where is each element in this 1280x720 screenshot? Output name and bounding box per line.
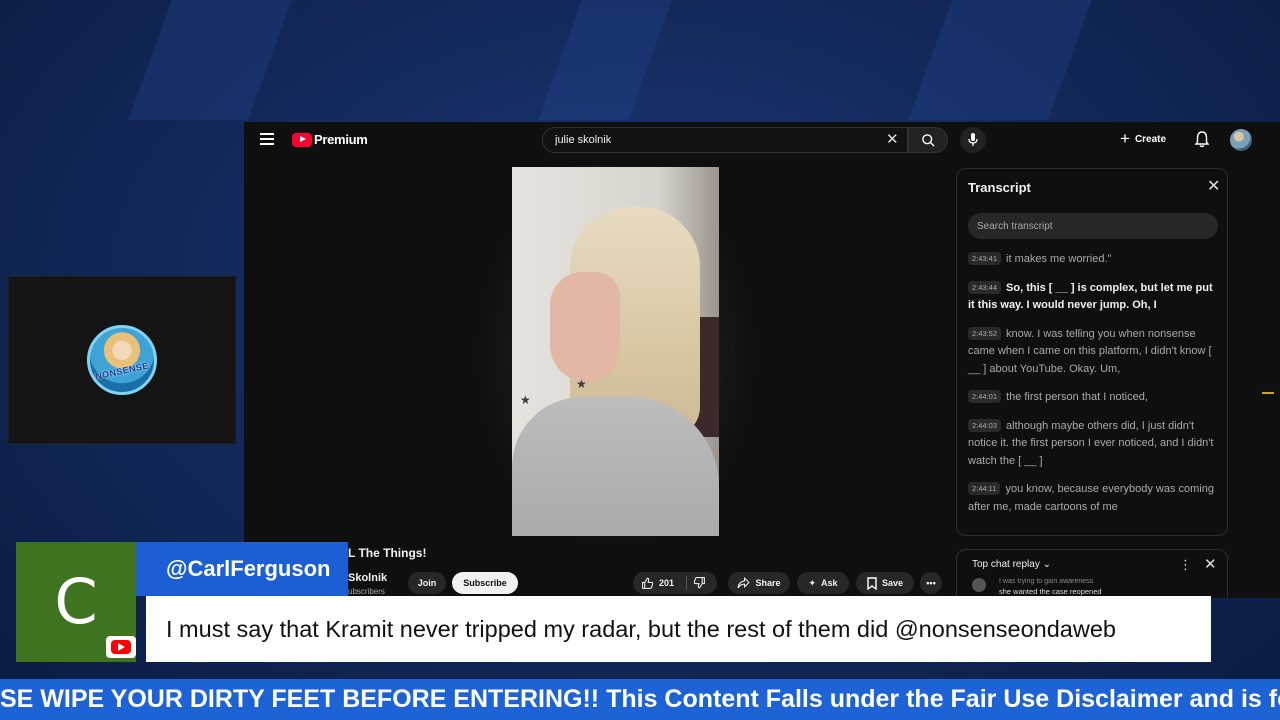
transcript-segments: 2:43:41 it makes me worried." 2:43:44 So, t…	[968, 251, 1220, 527]
like-count: 201	[659, 578, 675, 588]
transcript-text: So, this [ __ ] is complex, but let me p…	[968, 281, 1213, 312]
chat-replay-title: Top chat replay	[972, 559, 1040, 570]
like-button[interactable]: 201	[633, 572, 717, 594]
share-label: Share	[755, 578, 781, 588]
search-input[interactable]	[542, 127, 908, 153]
youtube-logo[interactable]: Premium	[292, 132, 368, 147]
save-label: Save	[881, 578, 904, 588]
transcript-segment[interactable]: 2:43:44 So, this [ __ ] is complex, but l…	[968, 280, 1220, 315]
transcript-text: although maybe others did, I just didn't…	[968, 419, 1214, 467]
voice-search-button[interactable]	[960, 127, 986, 153]
transcript-text: you know, because everybody was coming a…	[968, 483, 1214, 513]
avatar-letter: C	[54, 565, 98, 638]
transcript-text: the first person that I noticed,	[1006, 391, 1148, 403]
transcript-segment[interactable]: 2:44:03 although maybe others did, I just…	[968, 418, 1220, 471]
ticker-text: SE WIPE YOUR DIRTY FEET BEFORE ENTERING!…	[0, 685, 1280, 713]
background-streak	[908, 0, 1092, 120]
save-button[interactable]: Save	[856, 572, 914, 594]
chevron-down-icon: ⌄	[1042, 559, 1051, 570]
commenter-name-bar: @CarlFerguson	[136, 542, 348, 596]
hamburger-menu-icon[interactable]	[260, 133, 274, 145]
create-label: Create	[1134, 133, 1167, 145]
transcript-text: it makes me worried."	[1006, 253, 1112, 265]
youtube-badge-icon	[106, 636, 136, 658]
channel-logo: NONSENSE	[87, 325, 157, 395]
plus-icon: +	[1120, 129, 1130, 148]
transcript-timestamp[interactable]: 2:43:41	[968, 252, 1002, 265]
chat-message-partial: I was trying to gain awareness	[999, 578, 1094, 585]
transcript-timestamp[interactable]: 2:44:11	[968, 482, 1001, 495]
video-player[interactable]: ★ ★	[512, 167, 719, 536]
close-icon[interactable]: ✕	[1204, 557, 1217, 572]
youtube-logo-icon	[292, 132, 312, 147]
channel-logo-text: NONSENSE	[94, 360, 150, 382]
video-subject-face	[550, 272, 620, 382]
subscribe-button[interactable]: Subscribe	[452, 572, 518, 594]
transcript-timestamp[interactable]: 2:43:52	[968, 326, 1002, 340]
chat-replay-dropdown[interactable]: Top chat replay ⌄	[972, 559, 1051, 570]
transcript-timestamp[interactable]: 2:44:03	[968, 418, 1002, 432]
comment-text-bar: I must say that Kramit never tripped my …	[146, 596, 1211, 662]
join-label: Join	[417, 578, 437, 588]
search-icon	[922, 134, 935, 147]
video-title: L The Things!	[348, 546, 427, 560]
transcript-segment[interactable]: 2:44:01 the first person that I noticed,	[968, 389, 1220, 407]
more-icon[interactable]: •••	[920, 572, 942, 594]
like-icon	[642, 577, 654, 589]
transcript-segment[interactable]: 2:43:41 it makes me worried."	[968, 251, 1220, 269]
channel-subscribers: subscribers	[344, 587, 385, 596]
ticker-bar: SE WIPE YOUR DIRTY FEET BEFORE ENTERING!…	[0, 679, 1280, 720]
share-icon	[738, 577, 751, 589]
comment-text: I must say that Kramit never tripped my …	[166, 615, 1116, 642]
transcript-timestamp[interactable]: 2:44:01	[968, 390, 1002, 403]
youtube-window: Premium ✕ + Create ★ ★ L The Things! Sko…	[244, 122, 1280, 598]
background-streak	[538, 0, 672, 120]
sweater-star: ★	[520, 393, 531, 407]
microphone-icon	[968, 133, 978, 146]
commenter-username: @CarlFerguson	[166, 556, 331, 581]
youtube-topbar: Premium ✕ + Create	[244, 122, 1280, 158]
webcam-panel: NONSENSE	[8, 276, 236, 444]
chat-menu-icon[interactable]: ⋮	[1179, 557, 1192, 573]
transcript-search-input[interactable]	[968, 213, 1218, 239]
share-button[interactable]: Share	[728, 572, 790, 594]
background-streak	[128, 0, 292, 120]
create-button[interactable]: + Create	[1120, 130, 1166, 148]
transcript-panel: Transcript ✕ 2:43:41 it makes me worried.…	[956, 168, 1228, 536]
ask-sparkle-icon: ✦	[808, 577, 817, 588]
chat-message: she wanted the case reopened	[999, 587, 1102, 596]
transcript-timestamp[interactable]: 2:43:44	[968, 280, 1002, 294]
search-button[interactable]	[908, 127, 948, 153]
ask-button[interactable]: ✦ Ask	[797, 572, 849, 594]
clear-icon[interactable]: ✕	[886, 131, 899, 148]
transcript-text: know. I was telling you when nonsense ca…	[968, 327, 1212, 375]
bell-icon[interactable]	[1194, 131, 1210, 148]
youtube-logo-text: Premium	[314, 132, 368, 147]
channel-name[interactable]: Skolnik	[348, 572, 387, 584]
chat-replay-panel: Top chat replay ⌄ ⋮ ✕ I was trying to ga…	[956, 549, 1228, 598]
dislike-icon[interactable]	[693, 576, 706, 589]
ask-label: Ask	[821, 578, 838, 588]
chat-avatar	[972, 578, 986, 592]
like-divider	[686, 576, 687, 590]
transcript-title: Transcript	[968, 180, 1031, 195]
join-button[interactable]: Join	[408, 572, 446, 594]
save-icon	[867, 576, 877, 590]
transcript-segment[interactable]: 2:43:52 know. I was telling you when nons…	[968, 326, 1220, 379]
user-avatar[interactable]	[1230, 129, 1252, 151]
close-icon[interactable]: ✕	[1207, 179, 1220, 195]
edge-marker	[1262, 392, 1274, 394]
sweater-star: ★	[576, 377, 587, 391]
transcript-segment[interactable]: 2:44:11 you know, because everybody was c…	[968, 481, 1220, 516]
subscribe-label: Subscribe	[463, 578, 507, 588]
